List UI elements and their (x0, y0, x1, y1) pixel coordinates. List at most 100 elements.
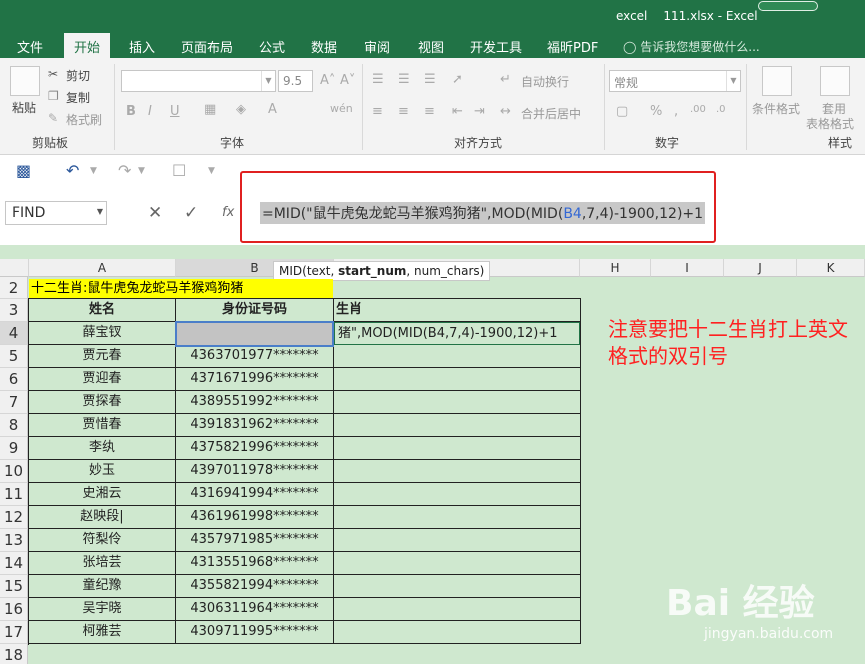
name-box[interactable]: FIND ▼ (5, 201, 107, 225)
zodiac-cell[interactable] (334, 506, 581, 529)
merge-icon[interactable]: ↔ (500, 104, 511, 119)
row-header[interactable]: 11 (0, 483, 28, 506)
orientation-icon[interactable]: ➚ (452, 72, 463, 87)
zodiac-cell[interactable] (334, 483, 581, 506)
decrease-indent-icon[interactable]: ⇤ (452, 104, 463, 119)
name-cell[interactable]: 符梨伶 (29, 529, 176, 552)
id-number-cell[interactable]: 4306311964******* (176, 598, 334, 621)
row-header[interactable]: 8 (0, 414, 28, 437)
zodiac-cell[interactable] (334, 345, 581, 368)
tab-review[interactable]: 审阅 (364, 37, 390, 56)
cut-button[interactable]: 剪切 (66, 67, 90, 84)
column-header-k[interactable]: K (797, 259, 865, 277)
name-cell[interactable]: 妙玉 (29, 460, 176, 483)
undo-icon[interactable]: ↶ (66, 161, 79, 180)
zodiac-cell[interactable] (334, 575, 581, 598)
font-name-combo[interactable]: ▼ (121, 70, 276, 92)
conditional-format-icon[interactable] (762, 66, 792, 96)
zodiac-cell[interactable] (334, 437, 581, 460)
row-header[interactable]: 4 (0, 322, 28, 345)
header-zodiac-cell[interactable]: 生肖 (334, 299, 581, 322)
row-header[interactable]: 3 (0, 299, 28, 322)
italic-icon[interactable]: I (148, 104, 152, 119)
phonetic-icon[interactable]: wén (330, 102, 353, 115)
zodiac-cell[interactable] (334, 460, 581, 483)
id-number-cell[interactable]: 4397011978******* (176, 460, 334, 483)
redo-icon[interactable]: ↷ (118, 161, 131, 180)
row-header[interactable]: 18 (0, 644, 28, 664)
customize-qat-icon[interactable]: ▼ (208, 166, 215, 176)
name-cell[interactable]: 赵映段| (29, 506, 176, 529)
select-all-corner[interactable] (0, 259, 29, 277)
comma-icon[interactable]: , (674, 104, 678, 119)
name-cell[interactable]: 张培芸 (29, 552, 176, 575)
editing-cell-c4[interactable]: 猪",MOD(MID(B4,7,4)-1900,12)+1 (334, 322, 580, 345)
name-cell[interactable]: 史湘云 (29, 483, 176, 506)
id-number-cell[interactable]: 4391831962******* (176, 414, 334, 437)
row-header[interactable]: 12 (0, 506, 28, 529)
table-format-icon[interactable] (820, 66, 850, 96)
align-bottom-icon[interactable]: ☰ (424, 72, 436, 87)
row-header[interactable]: 17 (0, 621, 28, 644)
font-color-icon[interactable]: A (268, 102, 277, 117)
row-header[interactable]: 15 (0, 575, 28, 598)
name-cell[interactable]: 柯雅芸 (29, 621, 176, 644)
zodiac-cell[interactable] (334, 368, 581, 391)
row-header[interactable]: 14 (0, 552, 28, 575)
tab-formulas[interactable]: 公式 (259, 37, 285, 56)
name-cell[interactable]: 贾探春 (29, 391, 176, 414)
id-number-cell[interactable]: 4357971985******* (176, 529, 334, 552)
align-center-icon[interactable]: ≡ (398, 104, 409, 119)
column-header-j[interactable]: J (724, 259, 797, 277)
id-number-cell[interactable]: 4389551992******* (176, 391, 334, 414)
scissors-icon[interactable]: ✂ (48, 67, 58, 81)
increase-indent-icon[interactable]: ⇥ (474, 104, 485, 119)
format-painter-button[interactable]: 格式刷 (66, 111, 102, 128)
column-header-a[interactable]: A (29, 259, 176, 277)
tab-file[interactable]: 文件 (17, 37, 43, 56)
row-header[interactable]: 2 (0, 277, 28, 299)
zodiac-cell[interactable] (334, 391, 581, 414)
merge-center-button[interactable]: 合并后居中 (521, 105, 581, 122)
wrap-text-icon[interactable]: ↵ (500, 72, 511, 87)
tab-developer[interactable]: 开发工具 (470, 37, 522, 56)
zodiac-cell[interactable] (334, 529, 581, 552)
brush-icon[interactable]: ✎ (48, 111, 58, 125)
align-middle-icon[interactable]: ☰ (398, 72, 410, 87)
name-cell[interactable]: 贾迎春 (29, 368, 176, 391)
column-header-i[interactable]: I (651, 259, 724, 277)
name-cell[interactable]: 童纪豫 (29, 575, 176, 598)
id-number-cell[interactable]: 4363701977******* (176, 345, 334, 368)
percent-icon[interactable]: % (650, 104, 662, 119)
align-top-icon[interactable]: ☰ (372, 72, 384, 87)
bold-icon[interactable]: B (126, 104, 136, 119)
chevron-down-icon[interactable]: ▼ (90, 166, 97, 176)
chevron-down-icon[interactable]: ▼ (138, 166, 145, 176)
row-header[interactable]: 10 (0, 460, 28, 483)
header-id-cell[interactable]: 身份证号码 (176, 299, 334, 322)
conditional-format-button[interactable]: 条件格式 (752, 100, 800, 117)
align-right-icon[interactable]: ≡ (424, 104, 435, 119)
header-name-cell[interactable]: 姓名 (29, 299, 176, 322)
paste-button[interactable]: 粘贴 (12, 99, 36, 116)
id-number-cell[interactable]: 4309711995******* (176, 621, 334, 644)
currency-icon[interactable]: ▢ (616, 104, 628, 119)
tab-page-layout[interactable]: 页面布局 (181, 37, 233, 56)
insert-function-button[interactable]: fx (222, 205, 234, 220)
tab-home[interactable]: 开始 (64, 33, 111, 58)
zodiac-cell[interactable] (334, 414, 581, 437)
shrink-font-icon[interactable]: A˅ (340, 73, 355, 88)
borders-icon[interactable]: ▦ (204, 102, 216, 117)
copy-icon[interactable]: ❐ (48, 89, 59, 103)
row-header[interactable]: 6 (0, 368, 28, 391)
row-header[interactable]: 7 (0, 391, 28, 414)
font-size-combo[interactable]: 9.5 (278, 70, 313, 92)
fill-color-icon[interactable]: ◈ (236, 102, 246, 117)
tab-foxit-pdf[interactable]: 福昕PDF (547, 37, 598, 56)
id-number-cell[interactable]: 4371671996******* (176, 368, 334, 391)
wrap-text-button[interactable]: 自动换行 (521, 73, 569, 90)
name-cell[interactable]: 贾元春 (29, 345, 176, 368)
id-number-cell[interactable]: 4316941994******* (176, 483, 334, 506)
number-format-combo[interactable]: 常规 ▼ (609, 70, 741, 92)
tab-insert[interactable]: 插入 (129, 37, 155, 56)
